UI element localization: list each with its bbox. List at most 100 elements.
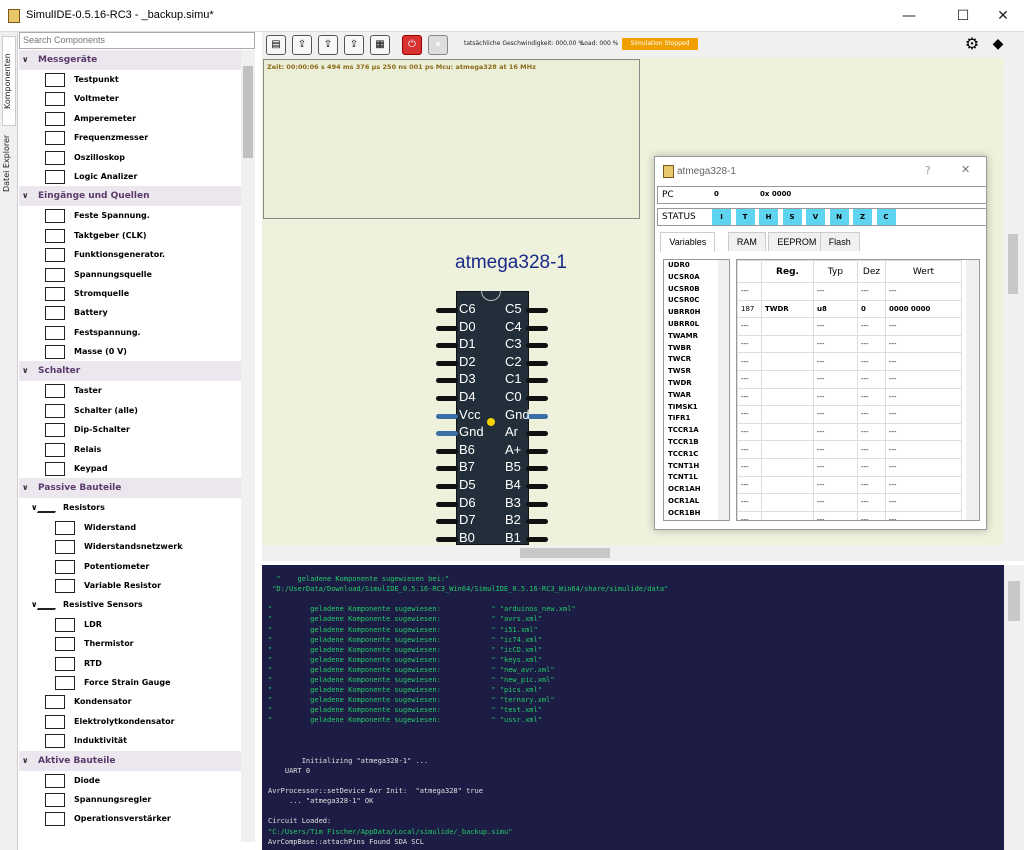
component-item[interactable]: Taster — [19, 381, 241, 400]
component-item[interactable]: Potentiometer — [19, 557, 241, 576]
chip-pin[interactable] — [526, 448, 548, 454]
component-item[interactable]: Logic Analizer — [19, 167, 241, 186]
save-icon[interactable]: ⇪ — [318, 35, 338, 55]
chip-pin[interactable] — [526, 343, 548, 349]
chip-pin[interactable] — [436, 325, 458, 331]
component-item[interactable]: Oszilloskop — [19, 148, 241, 167]
chip-pin[interactable] — [436, 413, 458, 419]
chip-pin[interactable] — [436, 501, 458, 507]
component-item[interactable]: Festspannung. — [19, 323, 241, 342]
tab-variables[interactable]: Variables — [660, 232, 716, 252]
chip-pin[interactable] — [526, 308, 548, 313]
table-row[interactable]: --- --- --- --- — [737, 440, 962, 459]
table-row[interactable]: 187 TWDR u8 0 0000 0000 — [737, 299, 962, 319]
table-row[interactable]: --- --- --- --- — [737, 282, 962, 301]
component-item[interactable]: Keypad — [19, 459, 241, 478]
power-icon[interactable]: ⏻ — [402, 35, 422, 55]
component-item[interactable]: Operationsverstärker — [19, 809, 241, 828]
info-icon[interactable]: ◆ — [988, 35, 1008, 55]
category-header[interactable]: ∨ Aktive Bauteile — [19, 750, 241, 771]
component-item[interactable]: Elektrolytkondensator — [19, 712, 241, 731]
minimize-button[interactable]: — — [886, 0, 932, 32]
settings-gear-icon[interactable]: ⚙ — [962, 35, 982, 55]
component-item[interactable]: Spannungsregler — [19, 790, 241, 809]
tab-eeprom[interactable]: EEPROM — [768, 232, 826, 251]
category-header[interactable]: ∨ Messgeräte — [19, 50, 241, 70]
chip-pin[interactable] — [526, 360, 548, 366]
pause-icon[interactable]: ⏸ — [428, 35, 448, 55]
component-item[interactable]: Kondensator — [19, 692, 241, 711]
chip-pin[interactable] — [436, 519, 458, 525]
table-row[interactable]: --- --- --- --- — [737, 475, 962, 495]
component-item[interactable]: Battery — [19, 303, 241, 322]
table-row[interactable]: --- --- --- --- — [737, 369, 962, 389]
new-circuit-icon[interactable]: ▤ — [266, 35, 286, 55]
component-item[interactable]: Amperemeter — [19, 109, 241, 128]
component-item[interactable]: Voltmeter — [19, 89, 241, 108]
chip-pin[interactable] — [436, 448, 458, 454]
chip-pin[interactable] — [436, 396, 458, 401]
component-item[interactable]: Dip-Schalter — [19, 420, 241, 439]
table-row[interactable]: --- --- --- --- — [737, 493, 962, 512]
close-window-button[interactable]: ✕ — [980, 0, 1024, 32]
table-row[interactable]: --- --- --- --- — [737, 334, 962, 354]
chip-pin[interactable] — [526, 484, 548, 489]
component-item[interactable]: Variable Resistor — [19, 576, 241, 595]
table-row[interactable]: --- --- --- --- — [737, 352, 962, 371]
component-item[interactable]: Widerstand — [19, 518, 241, 537]
tab-komponenten[interactable]: Komponenten — [2, 36, 16, 126]
chip-pin[interactable] — [436, 484, 458, 489]
chip-pin[interactable] — [526, 378, 548, 384]
chip-pin[interactable] — [436, 431, 458, 437]
component-item[interactable]: Stromquelle — [19, 284, 241, 303]
component-item[interactable]: Frequenzmesser — [19, 128, 241, 147]
canvas-vscrollbar[interactable] — [1004, 58, 1024, 561]
chip-pin[interactable] — [526, 396, 548, 401]
component-item[interactable]: Funktionsgenerator. — [19, 245, 241, 264]
table-row[interactable]: --- --- --- --- — [737, 317, 962, 336]
tree-scrollbar[interactable] — [241, 50, 255, 842]
table-row[interactable]: --- --- --- --- — [737, 387, 962, 407]
component-item[interactable]: Widerstandsnetzwerk — [19, 537, 241, 556]
dialog-close-button[interactable]: ✕ — [961, 163, 970, 176]
chip-pin[interactable] — [526, 466, 548, 472]
chip-pin[interactable] — [436, 360, 458, 366]
component-item[interactable]: RTD — [19, 654, 241, 673]
chip-pin[interactable] — [526, 325, 548, 331]
subcategory-header[interactable]: ∨ Resistive Sensors — [19, 595, 241, 614]
component-item[interactable]: Force Strain Gauge — [19, 673, 241, 692]
component-item[interactable]: LDR — [19, 615, 241, 634]
chip-pin[interactable] — [436, 308, 458, 313]
component-item[interactable]: Diode — [19, 771, 241, 790]
component-item[interactable]: Induktivität — [19, 731, 241, 750]
tab-flash[interactable]: Flash — [819, 232, 860, 251]
console-scrollbar[interactable] — [1004, 565, 1024, 850]
variable-list[interactable]: UDR0 UCSR0A UCSR0B UCSR0C UBRR0H UBRR0L TWAMR T… — [663, 259, 730, 521]
component-item[interactable]: Feste Spannung. — [19, 206, 241, 225]
component-item[interactable]: Thermistor — [19, 634, 241, 653]
search-input[interactable]: Search Components — [19, 32, 255, 49]
save-as-icon[interactable]: ⇪ — [344, 35, 364, 55]
category-header[interactable]: ∨ Eingänge und Quellen — [19, 186, 241, 207]
table-row[interactable]: --- --- --- --- — [737, 422, 962, 442]
component-item[interactable]: Taktgeber (CLK) — [19, 226, 241, 245]
component-item[interactable]: Schalter (alle) — [19, 401, 241, 420]
chip-pin[interactable] — [436, 536, 458, 542]
chip-pin[interactable] — [526, 431, 548, 437]
chip-pin[interactable] — [436, 343, 458, 349]
category-header[interactable]: ∨ Schalter — [19, 361, 241, 382]
table-row[interactable]: --- --- --- --- — [737, 405, 962, 424]
help-button[interactable]: ? — [925, 164, 931, 177]
component-item[interactable]: Masse (0 V) — [19, 342, 241, 361]
open-icon[interactable]: ⇪ — [292, 35, 312, 55]
component-item[interactable]: Relais — [19, 440, 241, 459]
tab-ram[interactable]: RAM — [727, 232, 766, 251]
table-row[interactable]: --- --- --- --- — [737, 510, 962, 520]
table-row[interactable]: --- --- --- --- — [737, 457, 962, 477]
export-icon[interactable]: ▦ — [370, 35, 390, 55]
subcategory-header[interactable]: ∨ Resistors — [19, 498, 241, 517]
component-item[interactable]: Spannungsquelle — [19, 265, 241, 284]
chip-pin[interactable] — [526, 536, 548, 542]
category-header[interactable]: ∨ Passive Bauteile — [19, 478, 241, 499]
chip-pin[interactable] — [526, 501, 548, 507]
